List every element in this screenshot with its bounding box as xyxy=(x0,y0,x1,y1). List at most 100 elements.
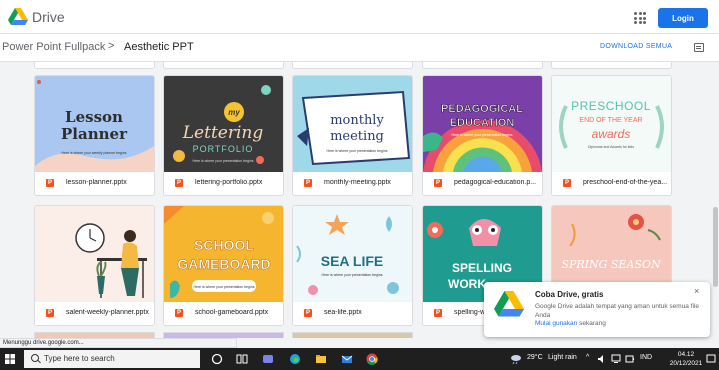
thumb-subtitle: Here is where your presentation begins xyxy=(327,149,388,153)
file-thumbnail: Lesson Planner Here is where your weekly… xyxy=(35,76,154,172)
file-name: pedagogical-education.p... xyxy=(454,179,537,186)
powerpoint-file-icon: P xyxy=(46,309,54,317)
battery-icon[interactable] xyxy=(625,354,635,364)
file-card-footer: P pedagogical-education.p... xyxy=(423,172,542,195)
thumb-title-secondary: PORTFOLIO xyxy=(193,144,254,154)
breadcrumb: Power Point Fullpack > Aesthetic PPT DOW… xyxy=(0,34,719,62)
file-card[interactable]: PRESCHOOL END OF THE YEAR awards Diploma… xyxy=(551,75,672,196)
weather-temperature[interactable]: 29°C xyxy=(527,354,543,361)
apps-grid-icon[interactable] xyxy=(634,12,646,24)
thumb-title: Lettering xyxy=(182,123,264,143)
file-name: monthly-meeting.pptx xyxy=(324,179,391,186)
powerpoint-file-icon: P xyxy=(175,179,183,187)
chevron-up-icon[interactable]: ^ xyxy=(586,354,589,361)
edge-browser-icon[interactable] xyxy=(289,353,301,365)
chrome-icon[interactable] xyxy=(366,353,378,365)
file-card-top-stub xyxy=(551,62,672,69)
browser-status-bar: Menunggu drive.google.com... xyxy=(0,338,237,348)
thumb-title: PRESCHOOL xyxy=(571,99,651,113)
toast-body: Google Drive adalah tempat yang aman unt… xyxy=(535,303,700,329)
file-card-footer: P sea-life.pptx xyxy=(293,302,412,325)
clock-time: 04.12 xyxy=(677,351,695,358)
file-card-top-stub xyxy=(163,62,284,69)
file-thumbnail: PEDAGOGICAL EDUCATION Here is where your… xyxy=(423,76,542,172)
start-using-link[interactable]: Mulai gunakan xyxy=(535,320,577,327)
thumb-subtitle: Here is where your presentation begins xyxy=(452,133,513,137)
login-button[interactable]: Login xyxy=(658,8,708,28)
vertical-scrollbar[interactable] xyxy=(712,62,719,338)
file-card[interactable]: monthly meeting Here is where your prese… xyxy=(292,75,413,196)
thumb-title: Lesson xyxy=(65,108,123,126)
breadcrumb-parent-folder[interactable]: Power Point Fullpack xyxy=(2,41,105,53)
thumb-subtitle: Here is where your presentation begins xyxy=(193,159,254,163)
language-indicator[interactable]: IND xyxy=(640,354,652,361)
taskbar-search-input[interactable]: Type here to search xyxy=(24,350,200,368)
file-name: sea-life.pptx xyxy=(324,309,362,316)
file-card[interactable]: Lesson Planner Here is where your weekly… xyxy=(34,75,155,196)
speaker-icon[interactable] xyxy=(597,354,607,364)
file-thumbnail: my Lettering PORTFOLIO Here is where you… xyxy=(164,76,283,172)
file-card-footer: P salent-weekly-planner.pptx xyxy=(35,302,154,325)
cortana-icon[interactable] xyxy=(211,353,223,365)
task-view-icon[interactable] xyxy=(236,353,248,365)
system-clock[interactable]: 04.12 20/12/2021 xyxy=(666,350,706,368)
thumb-badge: my xyxy=(228,108,240,117)
close-icon[interactable]: × xyxy=(694,286,699,296)
scrollbar-thumb[interactable] xyxy=(713,207,718,287)
network-icon[interactable] xyxy=(611,354,621,364)
file-explorer-icon[interactable] xyxy=(315,353,327,365)
powerpoint-file-icon: P xyxy=(434,179,442,187)
weather-condition[interactable]: Light rain xyxy=(548,354,577,361)
thumb-title: EDUCATION xyxy=(450,117,515,129)
teams-icon[interactable] xyxy=(262,353,274,365)
file-card-top-stub xyxy=(422,62,543,69)
file-name: lettering-portfolio.pptx xyxy=(195,179,263,186)
file-card[interactable]: my Lettering PORTFOLIO Here is where you… xyxy=(163,75,284,196)
top-bar: Drive Login xyxy=(0,0,719,34)
file-card[interactable]: PEDAGOGICAL EDUCATION Here is where your… xyxy=(422,75,543,196)
file-card[interactable]: SCHOOL GAMEBOARD Here is where your pres… xyxy=(163,205,284,326)
file-name: lesson-planner.pptx xyxy=(66,179,127,186)
search-icon xyxy=(31,354,39,362)
file-thumbnail xyxy=(35,206,154,302)
list-view-icon[interactable] xyxy=(694,43,704,52)
toast-body-text: Google Drive adalah tempat yang aman unt… xyxy=(535,303,700,319)
powerpoint-file-icon: P xyxy=(175,309,183,317)
thumb-subtitle: Here is where your presentation begins xyxy=(194,285,255,289)
download-all-button[interactable]: DOWNLOAD SEMUA xyxy=(600,43,672,50)
thumb-title: SPRING SEASON xyxy=(561,258,661,271)
file-card-footer: P monthly-meeting.pptx xyxy=(293,172,412,195)
taskbar: Type here to search 29°C Light rain ^ IN… xyxy=(0,348,719,370)
weather-rain-icon[interactable] xyxy=(510,353,522,365)
powerpoint-file-icon: P xyxy=(304,179,312,187)
thumb-title: Planner xyxy=(61,125,128,143)
file-thumbnail: PRESCHOOL END OF THE YEAR awards Diploma… xyxy=(552,76,671,172)
windows-start-icon[interactable] xyxy=(5,354,15,364)
thumb-title: END OF THE YEAR xyxy=(579,117,642,124)
thumb-subtitle: Here is where your weekly planner begins xyxy=(62,151,127,155)
toast-title: Coba Drive, gratis xyxy=(535,290,604,299)
file-card[interactable]: SEA LIFE Here is where your presentation… xyxy=(292,205,413,326)
file-name: school-gameboard.pptx xyxy=(195,309,269,316)
toast-body-tail: sekarang xyxy=(577,320,606,327)
file-thumbnail: monthly meeting Here is where your prese… xyxy=(293,76,412,172)
file-card-partial[interactable] xyxy=(292,332,413,338)
brand-name: Drive xyxy=(32,9,65,25)
file-name: salent-weekly-planner.pptx xyxy=(66,309,149,316)
search-placeholder: Type here to search xyxy=(44,354,115,363)
file-card-footer: P lesson-planner.pptx xyxy=(35,172,154,195)
thumb-title: PEDAGOGICAL xyxy=(441,103,523,115)
file-thumbnail: SCHOOL GAMEBOARD Here is where your pres… xyxy=(164,206,283,302)
file-thumbnail: SEA LIFE Here is where your presentation… xyxy=(293,206,412,302)
notification-icon[interactable] xyxy=(706,354,716,364)
google-drive-logo-icon[interactable] xyxy=(8,8,28,26)
breadcrumb-current-folder: Aesthetic PPT xyxy=(124,41,194,53)
mail-icon[interactable] xyxy=(341,353,353,365)
thumb-subtitle: Here is where your presentation begins xyxy=(322,273,383,277)
chevron-right-icon: > xyxy=(108,40,115,52)
file-card[interactable]: P salent-weekly-planner.pptx xyxy=(34,205,155,326)
file-name: preschool-end-of-the-yea... xyxy=(583,179,668,186)
thumb-title: GAMEBOARD xyxy=(177,256,270,272)
thumb-title: meeting xyxy=(330,129,384,144)
file-card-footer: P lettering-portfolio.pptx xyxy=(164,172,283,195)
